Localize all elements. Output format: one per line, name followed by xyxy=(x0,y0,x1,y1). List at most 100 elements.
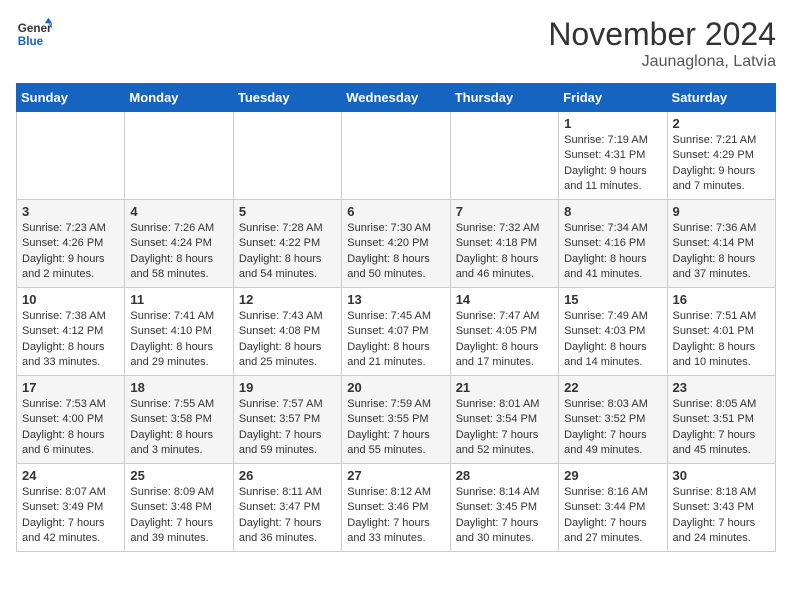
day-cell: 6 Sunrise: 7:30 AM Sunset: 4:20 PM Daylig… xyxy=(342,200,450,288)
day-number: 12 xyxy=(239,292,336,307)
day-number: 15 xyxy=(564,292,661,307)
day-number: 11 xyxy=(130,292,227,307)
day-cell: 26 Sunrise: 8:11 AM Sunset: 3:47 PM Dayli… xyxy=(233,464,341,552)
day-cell: 1 Sunrise: 7:19 AM Sunset: 4:31 PM Daylig… xyxy=(559,112,667,200)
day-info: Sunrise: 8:16 AM Sunset: 3:44 PM Dayligh… xyxy=(564,485,661,547)
day-header-friday: Friday xyxy=(559,84,667,112)
day-info: Sunrise: 7:21 AM Sunset: 4:29 PM Dayligh… xyxy=(673,133,770,195)
day-info: Sunrise: 7:23 AM Sunset: 4:26 PM Dayligh… xyxy=(22,221,119,283)
day-cell: 13Sunrise: 7:45 AM Sunset: 4:07 PM Dayli… xyxy=(342,288,450,376)
day-number: 14 xyxy=(456,292,553,307)
day-number: 4 xyxy=(130,204,227,219)
day-number: 20 xyxy=(347,380,444,395)
day-cell xyxy=(125,112,233,200)
day-info: Sunrise: 7:47 AM Sunset: 4:05 PM Dayligh… xyxy=(456,309,553,371)
day-number: 8 xyxy=(564,204,661,219)
day-info: Sunrise: 8:01 AM Sunset: 3:54 PM Dayligh… xyxy=(456,397,553,459)
day-info: Sunrise: 7:36 AM Sunset: 4:14 PM Dayligh… xyxy=(673,221,770,283)
day-cell: 9 Sunrise: 7:36 AM Sunset: 4:14 PM Daylig… xyxy=(667,200,775,288)
day-cell: 10 Sunrise: 7:38 AM Sunset: 4:12 PM Dayli… xyxy=(17,288,125,376)
day-number: 5 xyxy=(239,204,336,219)
svg-text:Blue: Blue xyxy=(18,35,44,48)
day-number: 18 xyxy=(130,380,227,395)
day-header-sunday: Sunday xyxy=(17,84,125,112)
day-info: Sunrise: 7:45 AM Sunset: 4:07 PM Dayligh… xyxy=(347,309,444,371)
calendar-table: SundayMondayTuesdayWednesdayThursdayFrid… xyxy=(16,83,776,552)
day-number: 6 xyxy=(347,204,444,219)
day-cell: 16 Sunrise: 7:51 AM Sunset: 4:01 PM Dayli… xyxy=(667,288,775,376)
day-number: 16 xyxy=(673,292,770,307)
day-cell: 29 Sunrise: 8:16 AM Sunset: 3:44 PM Dayli… xyxy=(559,464,667,552)
day-number: 19 xyxy=(239,380,336,395)
day-cell xyxy=(233,112,341,200)
week-row-5: 24Sunrise: 8:07 AM Sunset: 3:49 PM Dayli… xyxy=(17,464,776,552)
day-info: Sunrise: 7:57 AM Sunset: 3:57 PM Dayligh… xyxy=(239,397,336,459)
day-cell: 22 Sunrise: 8:03 AM Sunset: 3:52 PM Dayli… xyxy=(559,376,667,464)
day-info: Sunrise: 7:30 AM Sunset: 4:20 PM Dayligh… xyxy=(347,221,444,283)
day-cell: 21 Sunrise: 8:01 AM Sunset: 3:54 PM Dayli… xyxy=(450,376,558,464)
day-number: 28 xyxy=(456,468,553,483)
day-info: Sunrise: 7:19 AM Sunset: 4:31 PM Dayligh… xyxy=(564,133,661,195)
day-info: Sunrise: 8:18 AM Sunset: 3:43 PM Dayligh… xyxy=(673,485,770,547)
day-cell: 27Sunrise: 8:12 AM Sunset: 3:46 PM Dayli… xyxy=(342,464,450,552)
month-title: November 2024 xyxy=(548,16,776,53)
day-cell: 30 Sunrise: 8:18 AM Sunset: 3:43 PM Dayli… xyxy=(667,464,775,552)
day-cell: 15 Sunrise: 7:49 AM Sunset: 4:03 PM Dayli… xyxy=(559,288,667,376)
day-info: Sunrise: 7:43 AM Sunset: 4:08 PM Dayligh… xyxy=(239,309,336,371)
day-cell xyxy=(450,112,558,200)
day-cell xyxy=(342,112,450,200)
day-header-tuesday: Tuesday xyxy=(233,84,341,112)
day-info: Sunrise: 8:05 AM Sunset: 3:51 PM Dayligh… xyxy=(673,397,770,459)
day-number: 10 xyxy=(22,292,119,307)
day-header-monday: Monday xyxy=(125,84,233,112)
day-info: Sunrise: 7:38 AM Sunset: 4:12 PM Dayligh… xyxy=(22,309,119,371)
day-number: 9 xyxy=(673,204,770,219)
day-info: Sunrise: 7:26 AM Sunset: 4:24 PM Dayligh… xyxy=(130,221,227,283)
day-cell: 2 Sunrise: 7:21 AM Sunset: 4:29 PM Daylig… xyxy=(667,112,775,200)
day-info: Sunrise: 7:34 AM Sunset: 4:16 PM Dayligh… xyxy=(564,221,661,283)
day-info: Sunrise: 8:09 AM Sunset: 3:48 PM Dayligh… xyxy=(130,485,227,547)
day-number: 3 xyxy=(22,204,119,219)
day-info: Sunrise: 7:28 AM Sunset: 4:22 PM Dayligh… xyxy=(239,221,336,283)
day-info: Sunrise: 8:07 AM Sunset: 3:49 PM Dayligh… xyxy=(22,485,119,547)
day-info: Sunrise: 7:32 AM Sunset: 4:18 PM Dayligh… xyxy=(456,221,553,283)
day-number: 2 xyxy=(673,116,770,131)
day-number: 25 xyxy=(130,468,227,483)
day-number: 26 xyxy=(239,468,336,483)
day-cell: 17 Sunrise: 7:53 AM Sunset: 4:00 PM Dayli… xyxy=(17,376,125,464)
day-cell: 4 Sunrise: 7:26 AM Sunset: 4:24 PM Daylig… xyxy=(125,200,233,288)
logo-icon: General Blue xyxy=(16,16,52,52)
day-cell xyxy=(17,112,125,200)
day-header-wednesday: Wednesday xyxy=(342,84,450,112)
day-cell: 23Sunrise: 8:05 AM Sunset: 3:51 PM Dayli… xyxy=(667,376,775,464)
day-cell: 24Sunrise: 8:07 AM Sunset: 3:49 PM Dayli… xyxy=(17,464,125,552)
day-number: 17 xyxy=(22,380,119,395)
week-row-3: 10 Sunrise: 7:38 AM Sunset: 4:12 PM Dayli… xyxy=(17,288,776,376)
day-header-saturday: Saturday xyxy=(667,84,775,112)
day-number: 27 xyxy=(347,468,444,483)
day-info: Sunrise: 7:51 AM Sunset: 4:01 PM Dayligh… xyxy=(673,309,770,371)
day-info: Sunrise: 8:11 AM Sunset: 3:47 PM Dayligh… xyxy=(239,485,336,547)
day-number: 22 xyxy=(564,380,661,395)
day-cell: 20 Sunrise: 7:59 AM Sunset: 3:55 PM Dayli… xyxy=(342,376,450,464)
day-info: Sunrise: 7:41 AM Sunset: 4:10 PM Dayligh… xyxy=(130,309,227,371)
day-number: 21 xyxy=(456,380,553,395)
day-header-thursday: Thursday xyxy=(450,84,558,112)
day-number: 7 xyxy=(456,204,553,219)
week-row-4: 17 Sunrise: 7:53 AM Sunset: 4:00 PM Dayli… xyxy=(17,376,776,464)
location: Jaunaglona, Latvia xyxy=(548,53,776,71)
svg-text:General: General xyxy=(18,22,52,35)
day-info: Sunrise: 8:03 AM Sunset: 3:52 PM Dayligh… xyxy=(564,397,661,459)
day-number: 29 xyxy=(564,468,661,483)
day-cell: 19 Sunrise: 7:57 AM Sunset: 3:57 PM Dayli… xyxy=(233,376,341,464)
day-info: Sunrise: 7:59 AM Sunset: 3:55 PM Dayligh… xyxy=(347,397,444,459)
week-row-1: 1 Sunrise: 7:19 AM Sunset: 4:31 PM Daylig… xyxy=(17,112,776,200)
day-cell: 11 Sunrise: 7:41 AM Sunset: 4:10 PM Dayli… xyxy=(125,288,233,376)
day-info: Sunrise: 7:53 AM Sunset: 4:00 PM Dayligh… xyxy=(22,397,119,459)
day-info: Sunrise: 8:14 AM Sunset: 3:45 PM Dayligh… xyxy=(456,485,553,547)
day-cell: 5 Sunrise: 7:28 AM Sunset: 4:22 PM Daylig… xyxy=(233,200,341,288)
day-number: 1 xyxy=(564,116,661,131)
week-row-2: 3 Sunrise: 7:23 AM Sunset: 4:26 PM Daylig… xyxy=(17,200,776,288)
day-info: Sunrise: 7:49 AM Sunset: 4:03 PM Dayligh… xyxy=(564,309,661,371)
day-number: 30 xyxy=(673,468,770,483)
